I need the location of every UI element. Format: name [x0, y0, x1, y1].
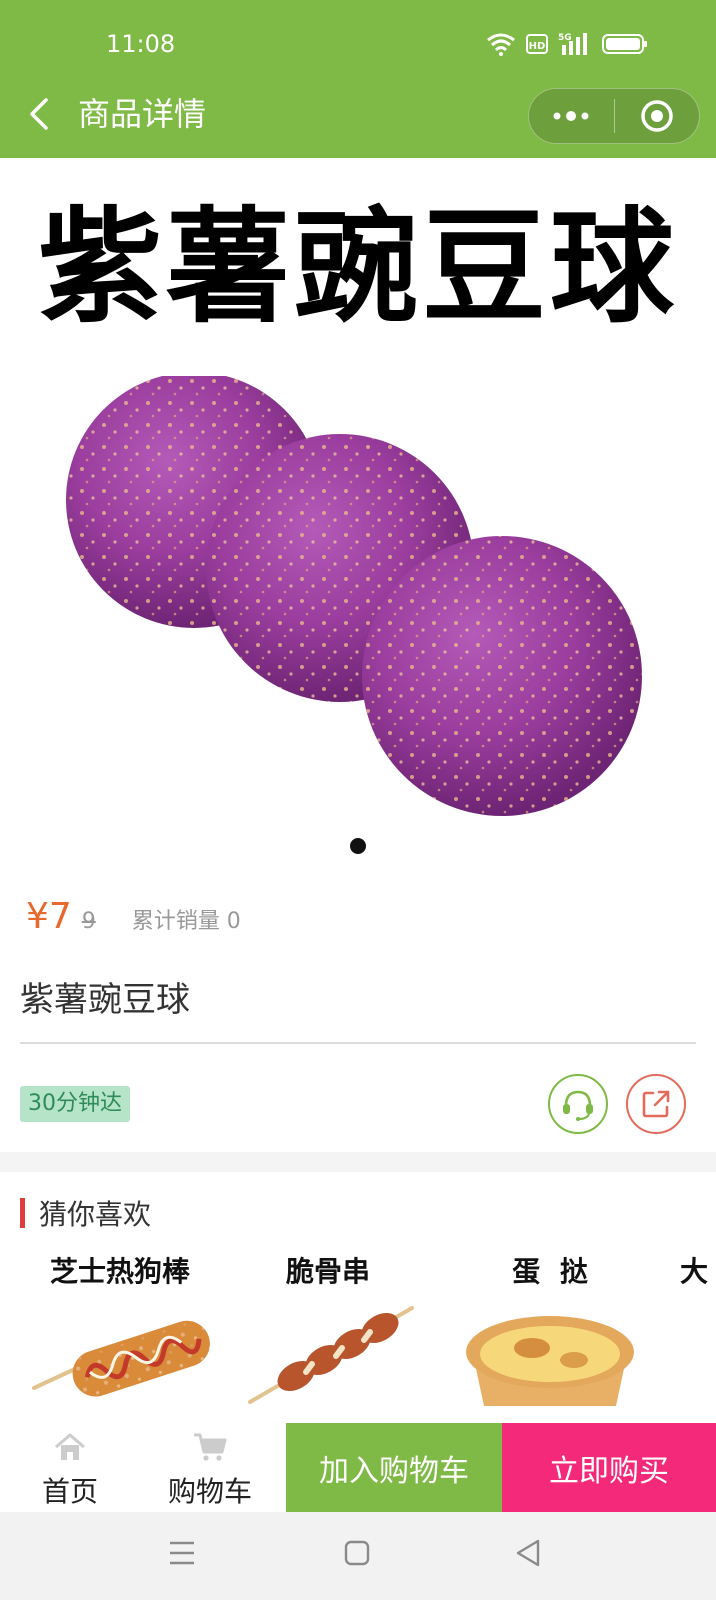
- home-square-icon[interactable]: [344, 1540, 370, 1566]
- chevron-left-icon: [30, 98, 48, 130]
- recommend-item[interactable]: 蛋 挞: [452, 1250, 648, 1428]
- section-gap: [0, 1152, 716, 1172]
- cart-icon: [194, 1433, 227, 1461]
- share-button[interactable]: [626, 1074, 686, 1134]
- cart-tab[interactable]: 购物车: [140, 1424, 280, 1512]
- back-button[interactable]: [22, 94, 58, 134]
- crispy-bone-skewer-image: [248, 1306, 414, 1404]
- recommend-item-name: 蛋 挞: [512, 1255, 588, 1288]
- buy-now-button[interactable]: 立即购买: [502, 1423, 716, 1513]
- recommend-header: 猜你喜欢: [20, 1196, 152, 1231]
- home-tab[interactable]: 首页: [0, 1424, 140, 1512]
- price: ¥7: [26, 896, 72, 937]
- purple-sweet-potato-balls-image: [66, 376, 642, 816]
- more-button[interactable]: [529, 89, 614, 143]
- sales-count: 累计销量 0: [131, 909, 241, 934]
- miniprogram-capsule: [528, 88, 700, 144]
- divider: [20, 1042, 696, 1044]
- status-icons: HD 5G: [486, 30, 648, 58]
- recommend-item[interactable]: 芝士热狗棒: [30, 1250, 210, 1428]
- svg-text:HD: HD: [529, 41, 546, 52]
- more-dots-icon: [553, 111, 589, 121]
- recommend-item-name: 大: [680, 1255, 709, 1288]
- product-image-swiper[interactable]: 紫薯豌豆球: [0, 158, 716, 878]
- header-bar: 11:08 HD 5G 商品详情: [0, 0, 716, 158]
- system-nav-bar: [0, 1512, 716, 1600]
- menu-icon[interactable]: [168, 1540, 196, 1566]
- cheese-hotdog-image: [32, 1320, 210, 1397]
- signal-icon: 5G: [558, 33, 587, 55]
- battery-icon: [602, 34, 647, 54]
- customer-service-button[interactable]: [548, 1074, 608, 1134]
- home-tab-label: 首页: [41, 1475, 98, 1508]
- recommend-item[interactable]: 大: [680, 1250, 716, 1428]
- original-price: 9: [81, 909, 96, 934]
- bottom-action-bar: 首页 购物车 加入购物车 立即购买: [0, 1423, 716, 1513]
- egg-tart-image: [466, 1316, 634, 1406]
- product-name: 紫薯豌豆球: [20, 980, 190, 1020]
- home-icon: [55, 1433, 85, 1460]
- target-icon: [641, 100, 673, 132]
- share-icon: [642, 1090, 670, 1118]
- cart-tab-label: 购物车: [167, 1475, 252, 1508]
- section-accent-bar: [20, 1198, 25, 1228]
- hero-title: 紫薯豌豆球: [37, 196, 678, 340]
- hd-icon: HD: [526, 34, 548, 54]
- headset-icon: [563, 1090, 593, 1121]
- product-detail-screen: 11:08 HD 5G 商品详情 紫薯豌豆球 ¥7 9 累计销量 0 紫薯豌豆球…: [0, 0, 716, 1600]
- back-triangle-icon[interactable]: [514, 1538, 542, 1568]
- price-row: ¥7 9 累计销量 0: [26, 896, 241, 944]
- recommend-item-name: 脆骨串: [285, 1255, 370, 1288]
- recommend-item-name: 芝士热狗棒: [49, 1255, 190, 1288]
- wifi-icon: [487, 33, 515, 56]
- swiper-indicator-dot[interactable]: [350, 838, 366, 854]
- page-title: 商品详情: [78, 95, 207, 133]
- close-miniprogram-button[interactable]: [615, 89, 700, 143]
- delivery-tag: 30分钟达: [20, 1086, 130, 1122]
- status-time: 11:08: [106, 30, 176, 58]
- recommend-title: 猜你喜欢: [39, 1198, 152, 1231]
- add-to-cart-button[interactable]: 加入购物车: [286, 1423, 502, 1513]
- recommend-item[interactable]: 脆骨串: [236, 1250, 420, 1428]
